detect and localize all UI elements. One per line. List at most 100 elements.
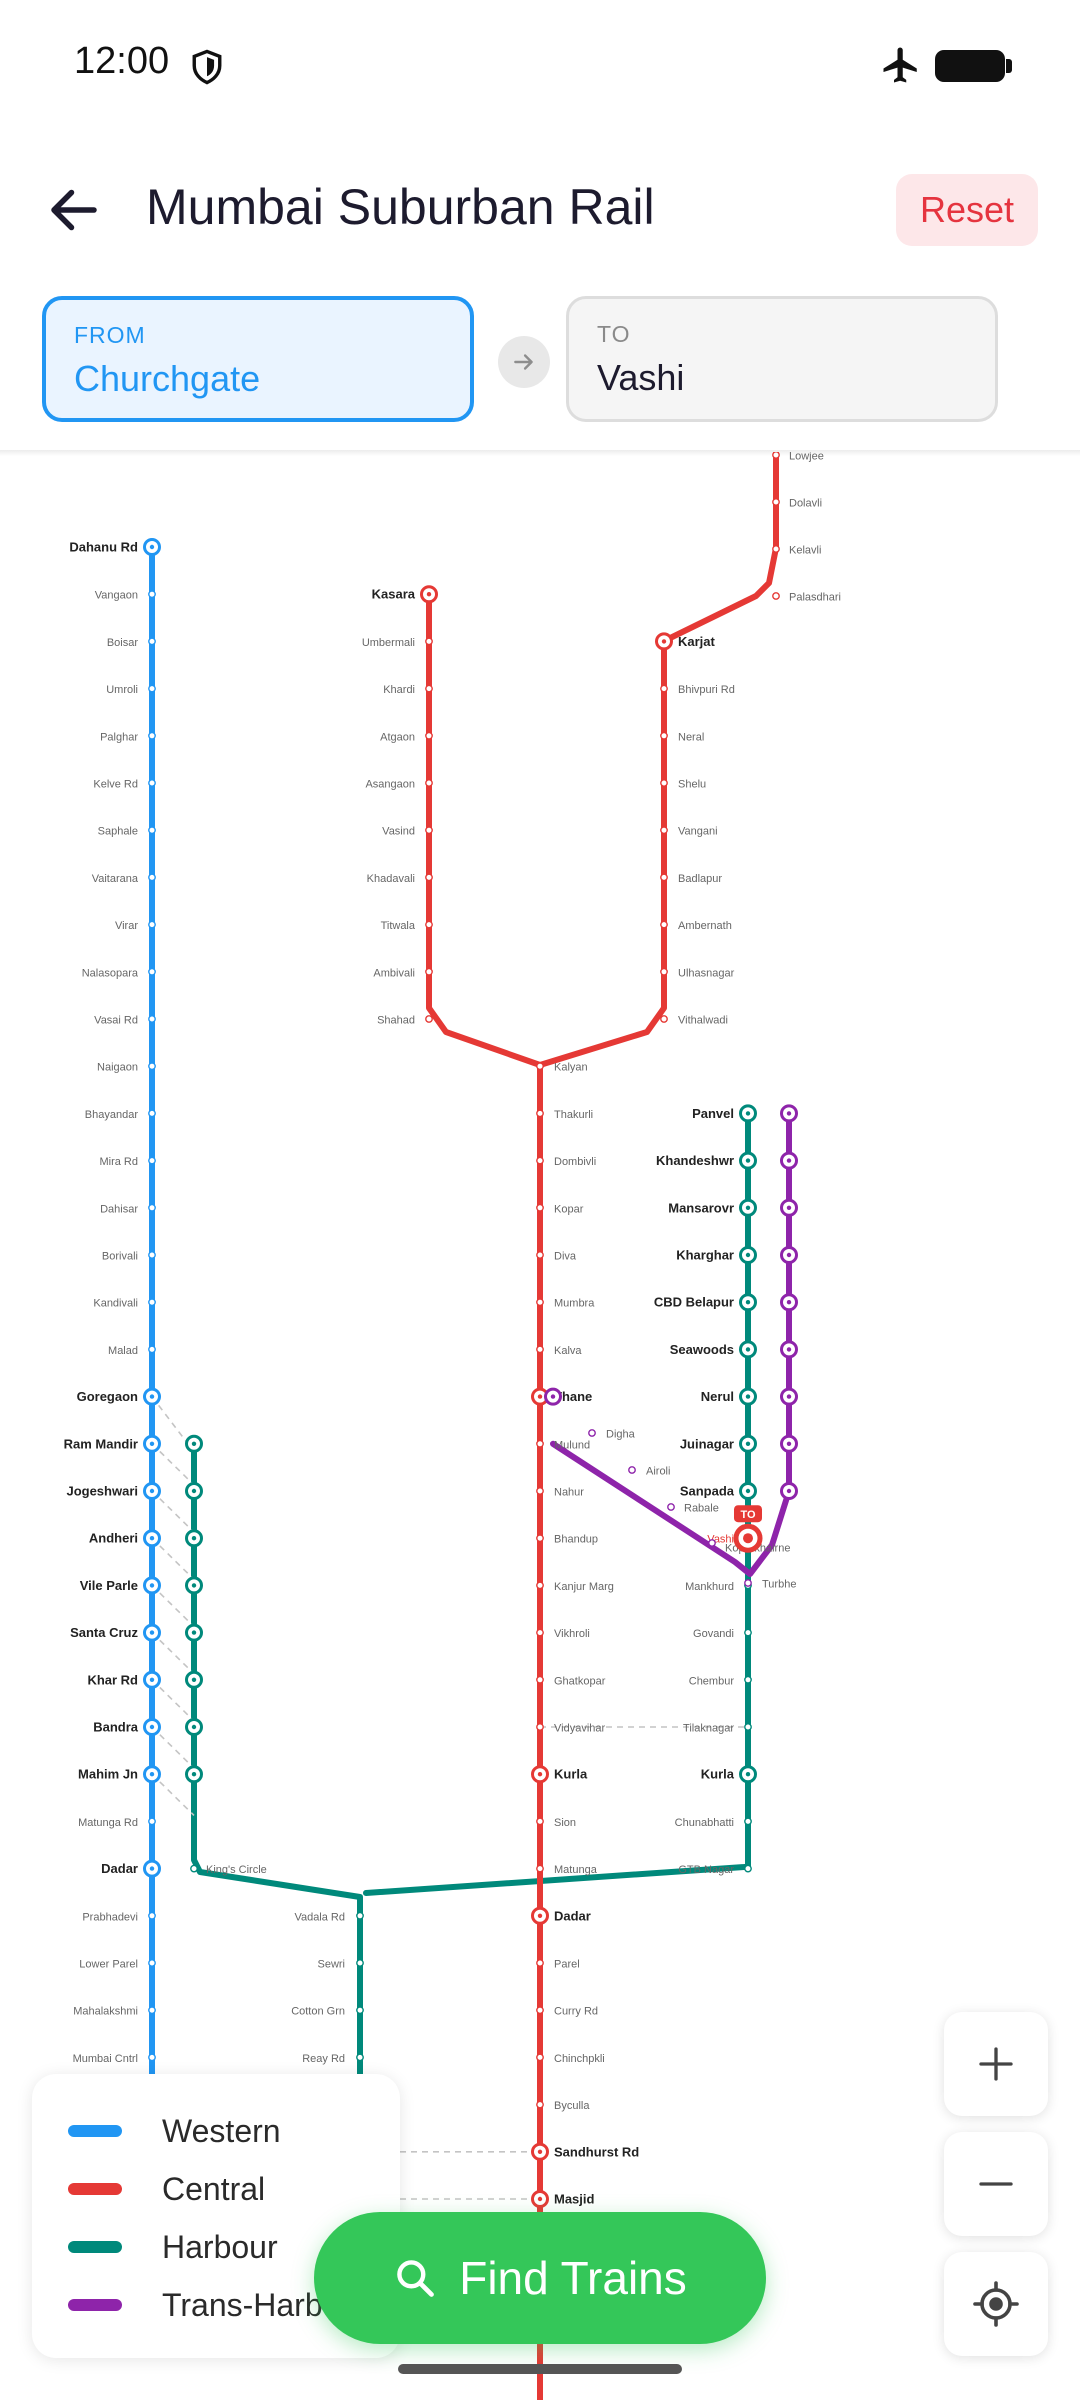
station-label: Curry Rd: [554, 2006, 598, 2018]
central-station: [536, 1062, 544, 1071]
legend-label: Western: [162, 2112, 281, 2149]
from-field[interactable]: FROM Churchgate: [42, 296, 474, 422]
western-station: [148, 1817, 156, 1826]
trans-harbour-station: [708, 1539, 716, 1547]
trans-harbour-station-center: [786, 1111, 792, 1116]
station-label: Bhivpuri Rd: [678, 684, 735, 696]
station-label: Kalva: [554, 1345, 582, 1357]
station-label: Chembur: [689, 1675, 735, 1687]
central-station: [536, 1628, 544, 1637]
plus-icon: [979, 2047, 1013, 2081]
central-station: [536, 1675, 544, 1684]
harbour-station: [356, 1911, 364, 1920]
central-station: [425, 920, 433, 929]
station-label: Nerul: [701, 1389, 734, 1404]
station-label: Kurla: [701, 1767, 735, 1782]
western-station: [148, 590, 156, 599]
central-station: [536, 1156, 544, 1165]
central-station: [772, 545, 780, 553]
to-value: Vashi: [597, 357, 685, 398]
to-label: TO: [597, 321, 631, 347]
western-station: [148, 1298, 156, 1307]
station-label: Bhandup: [554, 1534, 598, 1546]
station-label: Masjid: [554, 2192, 595, 2207]
western-station: [148, 873, 156, 882]
station-label: Dolavli: [789, 498, 822, 510]
central-station: [660, 920, 668, 929]
western-station: [148, 1062, 156, 1071]
legend-item-central: Central: [68, 2164, 265, 2214]
status-bar: 12:00: [0, 0, 1080, 130]
station-label: Ghatkopar: [554, 1675, 606, 1687]
central-station: [660, 779, 668, 787]
western-station-center: [149, 1724, 155, 1730]
station-label: Rabale: [684, 1503, 719, 1515]
station-label: Virar: [115, 920, 138, 932]
station-label: Parel: [554, 1959, 580, 1971]
central-station: [660, 684, 668, 693]
station-label: Cotton Grn: [291, 2006, 345, 2018]
station-label: Kopar: [554, 1203, 584, 1215]
western-station: [148, 826, 156, 835]
station-label: Neral: [678, 731, 704, 743]
station-label: Kurla: [554, 1767, 588, 1782]
station-label: Mulund: [554, 1439, 590, 1451]
legend-item-harbour: Harbour: [68, 2222, 278, 2272]
trans-harbour-station-center: [550, 1394, 556, 1399]
station-label: Diva: [554, 1251, 577, 1263]
station-label: Badlapur: [678, 873, 722, 885]
home-indicator[interactable]: [398, 2364, 682, 2374]
western-station: [148, 920, 156, 929]
trans-harbour-station: [667, 1503, 675, 1511]
zoom-out-button[interactable]: [944, 2132, 1048, 2236]
station-label: Umroli: [106, 684, 138, 696]
locate-button[interactable]: [944, 2252, 1048, 2356]
legend-swatch: [68, 2125, 122, 2137]
station-label: Chunabhatti: [675, 1817, 734, 1829]
western-station: [148, 2053, 156, 2062]
station-label: Mira Rd: [99, 1156, 138, 1168]
station-label: Lowjee: [789, 452, 824, 463]
trans-harbour-station-center: [786, 1205, 792, 1211]
central-station: [425, 967, 433, 976]
harbour-station-center: [191, 1488, 197, 1494]
trans-harbour-station: [628, 1466, 636, 1474]
station-label: Thakurli: [554, 1109, 593, 1121]
western-station: [148, 1156, 156, 1165]
central-station: [536, 1345, 544, 1354]
station-label: Boisar: [107, 637, 139, 649]
central-station: [425, 731, 433, 740]
station-label: Naigaon: [97, 1062, 138, 1074]
western-station-center: [149, 1583, 155, 1588]
station-label: Lower Parel: [79, 1959, 138, 1971]
station-label: Borivali: [102, 1251, 138, 1263]
central-station: [536, 1581, 544, 1590]
station-label: Kalyan: [554, 1062, 588, 1074]
station-label: Santa Cruz: [70, 1625, 138, 1640]
station-label: Vasind: [382, 826, 415, 838]
station-label: Mankhurd: [685, 1581, 734, 1593]
station-label: Turbhe: [762, 1579, 796, 1591]
find-trains-button[interactable]: Find Trains: [314, 2212, 766, 2344]
central-station: [772, 452, 780, 459]
station-label: Mahalakshmi: [73, 2006, 138, 2018]
western-station-center: [149, 1866, 155, 1871]
locate-icon: [973, 2281, 1019, 2327]
station-label: Shelu: [678, 779, 706, 791]
station-label: Vidyavihar: [554, 1723, 605, 1735]
central-station: [660, 873, 668, 882]
harbour-station-center: [191, 1677, 197, 1683]
station-label: Khardi: [383, 684, 415, 696]
back-arrow-icon[interactable]: [44, 180, 104, 240]
central-station-center: [537, 1913, 543, 1919]
harbour-station-center: [191, 1630, 197, 1635]
zoom-in-button[interactable]: [944, 2012, 1048, 2116]
reset-button[interactable]: Reset: [896, 174, 1038, 246]
station-label: Vadala Rd: [294, 1911, 345, 1923]
station-label: Nalasopara: [82, 967, 139, 979]
harbour-station-center: [745, 1441, 751, 1447]
station-label: Mahim Jn: [78, 1767, 138, 1782]
western-station-center: [149, 1536, 155, 1541]
to-field[interactable]: TO Vashi: [566, 296, 998, 422]
central-station: [425, 684, 433, 693]
